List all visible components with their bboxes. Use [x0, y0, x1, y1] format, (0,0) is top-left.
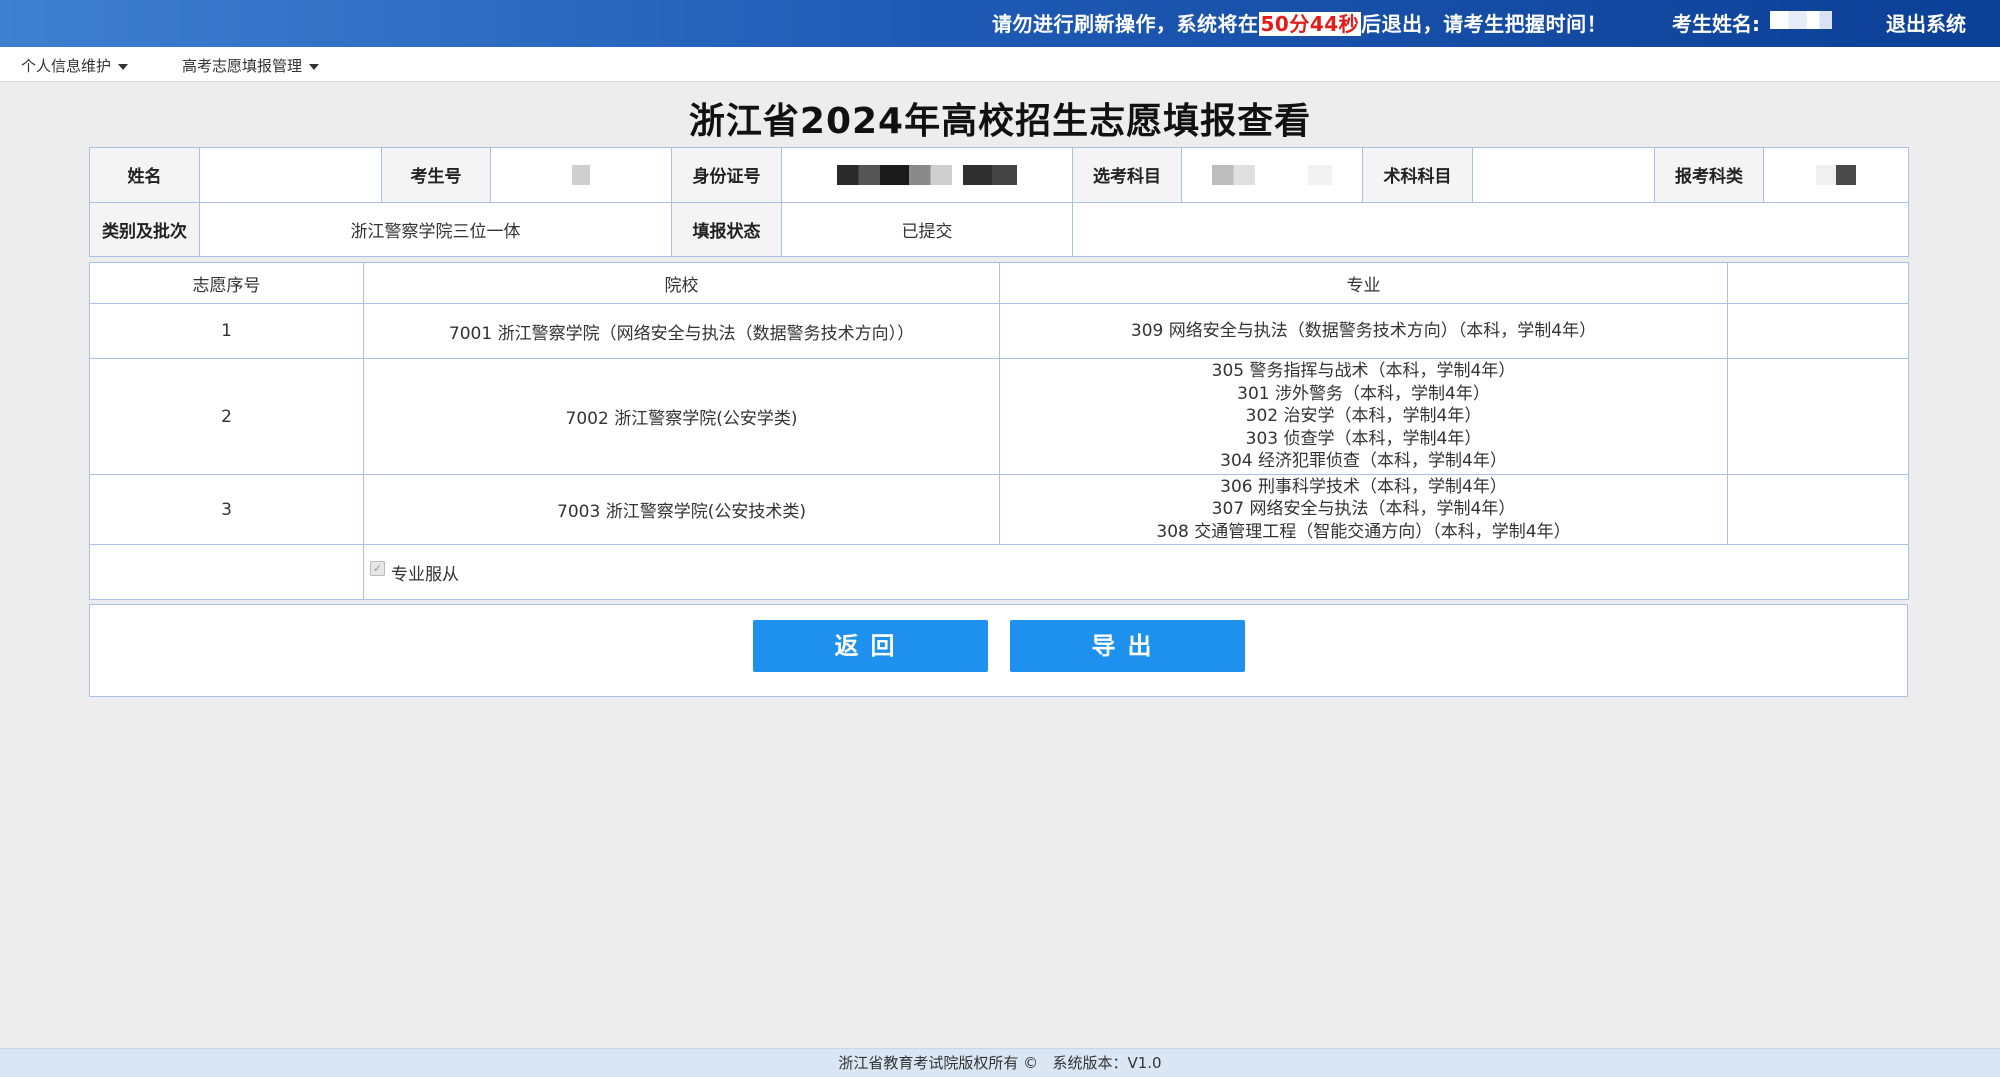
- status-label: 填报状态: [671, 201, 782, 257]
- school: 7002 浙江警察学院(公安学类): [363, 358, 1000, 475]
- extra-cell: [1727, 474, 1909, 545]
- extra-cell: [1727, 303, 1909, 359]
- menu-bar: 个人信息维护 高考志愿填报管理: [0, 47, 2000, 82]
- button-panel: 返回 导出: [89, 604, 1908, 697]
- batch-label: 类别及批次: [89, 201, 200, 257]
- majors: 306 刑事科学技术（本科，学制4年） 307 网络安全与执法（本科，学制4年）…: [999, 474, 1728, 545]
- status-value: 已提交: [781, 201, 1073, 257]
- major-item: 308 交通管理工程（智能交通方向）（本科，学制4年）: [1156, 521, 1571, 542]
- timeout-notice: 请勿进行刷新操作，系统将在 50分44秒 后退出，请考生把握时间！: [992, 8, 1607, 37]
- major-item: 305 警务指挥与战术（本科，学制4年）: [1211, 361, 1516, 382]
- skill-subject-value: [1472, 147, 1655, 203]
- logout-button[interactable]: 退出系统: [1886, 8, 1966, 37]
- major-item: 307 网络安全与执法（本科，学制4年）: [1211, 499, 1516, 520]
- major-item: 304 经济犯罪侦查（本科，学制4年）: [1220, 451, 1507, 472]
- empty-cell: [1072, 201, 1909, 257]
- table-row: 3 7003 浙江警察学院(公安技术类) 306 刑事科学技术（本科，学制4年）…: [89, 474, 1909, 545]
- version-text: 系统版本：V1.0: [1052, 1054, 1162, 1072]
- exam-no-value: [490, 147, 672, 203]
- menu-personal-info-label: 个人信息维护: [21, 57, 112, 75]
- category-label: 报考科类: [1654, 147, 1764, 203]
- chevron-down-icon: [118, 63, 129, 70]
- id-number-value: [781, 147, 1073, 203]
- header-school: 院校: [363, 262, 1000, 304]
- batch-value: 浙江警察学院三位一体: [199, 201, 672, 257]
- top-banner: 请勿进行刷新操作，系统将在 50分44秒 后退出，请考生把握时间！ 考生姓名: 退出…: [0, 0, 2000, 47]
- header-extra: [1727, 262, 1909, 304]
- school: 7001 浙江警察学院（网络安全与执法（数据警务技术方向））: [363, 303, 1000, 359]
- school: 7003 浙江警察学院(公安技术类): [363, 474, 1000, 545]
- header-wish-no: 志愿序号: [89, 262, 364, 304]
- skill-subject-label: 术科科目: [1362, 147, 1473, 203]
- table-row: 2 7002 浙江警察学院(公安学类) 305 警务指挥与战术（本科，学制4年）…: [89, 358, 1909, 475]
- footer: 浙江省教育考试院版权所有 © 系统版本：V1.0: [0, 1048, 2000, 1077]
- wish-no: 3: [89, 474, 364, 545]
- student-name-redacted: [1770, 11, 1832, 29]
- redacted-block: [1212, 164, 1332, 185]
- subjects-value: [1181, 147, 1363, 203]
- redacted-block: [572, 164, 590, 185]
- majors: 305 警务指挥与战术（本科，学制4年） 301 涉外警务（本科，学制4年） 3…: [999, 358, 1728, 475]
- student-info-table: 姓名 考生号 身份证号 选考科目 术科科目 报考科类 类别及批次 浙江警察学院三…: [89, 147, 1909, 257]
- major-obey-checkbox[interactable]: ✓: [370, 561, 385, 576]
- redacted-block: [1816, 164, 1856, 185]
- id-number-label: 身份证号: [671, 147, 782, 203]
- wish-table: 志愿序号 院校 专业 1 7001 浙江警察学院（网络安全与执法（数据警务技术方…: [89, 262, 1909, 600]
- chevron-down-icon: [309, 63, 320, 70]
- header-major: 专业: [999, 262, 1728, 304]
- back-button[interactable]: 返回: [753, 620, 988, 672]
- exam-no-label: 考生号: [381, 147, 491, 203]
- majors: 309 网络安全与执法（数据警务技术方向）（本科，学制4年）: [999, 303, 1728, 359]
- countdown-timer: 50分44秒: [1258, 12, 1362, 36]
- menu-application-management-label: 高考志愿填报管理: [182, 57, 303, 75]
- major-obey-label: 专业服从: [391, 564, 459, 585]
- major-item: 302 治安学（本科，学制4年）: [1245, 406, 1482, 427]
- major-item: 309 网络安全与执法（数据警务技术方向）（本科，学制4年）: [1130, 320, 1597, 341]
- extra-cell: [1727, 358, 1909, 475]
- export-button[interactable]: 导出: [1010, 620, 1245, 672]
- category-value: [1763, 147, 1909, 203]
- menu-application-management[interactable]: 高考志愿填报管理: [182, 55, 320, 76]
- notice-prefix: 请勿进行刷新操作，系统将在: [992, 12, 1259, 36]
- major-item: 306 刑事科学技术（本科，学制4年）: [1220, 476, 1507, 497]
- wish-no: 1: [89, 303, 364, 359]
- subjects-label: 选考科目: [1072, 147, 1182, 203]
- table-row: 1 7001 浙江警察学院（网络安全与执法（数据警务技术方向）） 309 网络安…: [89, 303, 1909, 359]
- name-label: 姓名: [89, 147, 200, 203]
- page-title: 浙江省2024年高校招生志愿填报查看: [688, 101, 1312, 142]
- major-item: 301 涉外警务（本科，学制4年）: [1237, 383, 1490, 404]
- major-obey-cell: ✓ 专业服从: [363, 544, 1909, 600]
- wish-no: 2: [89, 358, 364, 475]
- menu-personal-info[interactable]: 个人信息维护: [21, 55, 129, 76]
- student-name-label: 考生姓名:: [1672, 12, 1760, 36]
- table-row: ✓ 专业服从: [89, 544, 1909, 600]
- name-value: [199, 147, 382, 203]
- copyright-text: 浙江省教育考试院版权所有 ©: [838, 1054, 1039, 1072]
- redacted-block: [837, 164, 1017, 185]
- notice-suffix: 后退出，请考生把握时间！: [1361, 12, 1608, 36]
- empty-cell: [89, 544, 364, 600]
- major-item: 303 侦查学（本科，学制4年）: [1245, 428, 1482, 449]
